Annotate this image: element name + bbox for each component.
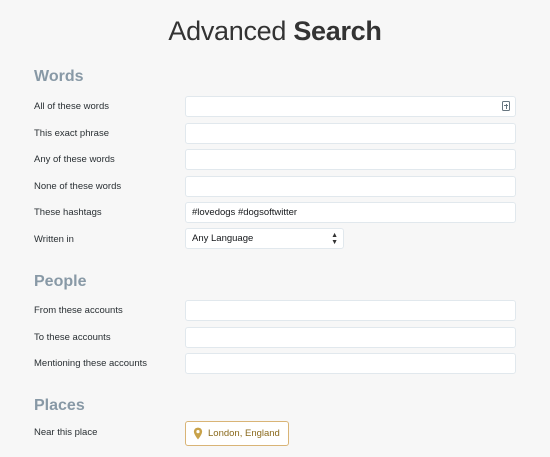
any-words-label: Any of these words [34, 154, 115, 165]
from-accounts-input[interactable] [185, 300, 516, 321]
advanced-search-page: Advanced Search Words All of these words… [0, 0, 550, 457]
page-title-light: Advanced [168, 16, 294, 46]
to-accounts-label: To these accounts [34, 332, 111, 343]
any-words-input[interactable] [185, 149, 516, 170]
language-select[interactable]: Any Language ▲ ▼ [185, 228, 344, 249]
all-words-field-wrapper [185, 96, 516, 117]
form-fill-icon[interactable] [502, 101, 510, 111]
exact-phrase-label: This exact phrase [34, 128, 109, 139]
section-heading-people: People [34, 273, 87, 290]
from-accounts-label: From these accounts [34, 305, 123, 316]
page-title: Advanced Search [0, 16, 550, 47]
page-title-bold: Search [293, 16, 382, 46]
all-words-input[interactable] [185, 96, 516, 117]
location-pin-icon [193, 427, 203, 440]
language-label: Written in [34, 234, 74, 245]
none-words-input[interactable] [185, 176, 516, 197]
near-place-label: Near this place [34, 427, 98, 438]
hashtags-input[interactable] [185, 202, 516, 223]
section-heading-places: Places [34, 397, 85, 414]
all-words-label: All of these words [34, 101, 109, 112]
none-words-label: None of these words [34, 181, 122, 192]
hashtags-label: These hashtags [34, 207, 102, 218]
near-place-value: London, England [208, 428, 280, 439]
language-select-value: Any Language [192, 233, 254, 244]
to-accounts-input[interactable] [185, 327, 516, 348]
near-place-button[interactable]: London, England [185, 421, 289, 446]
exact-phrase-input[interactable] [185, 123, 516, 144]
section-heading-words: Words [34, 68, 84, 85]
select-arrows-icon: ▲ ▼ [331, 231, 338, 246]
mentioning-accounts-label: Mentioning these accounts [34, 358, 148, 369]
mentioning-accounts-input[interactable] [185, 353, 516, 374]
